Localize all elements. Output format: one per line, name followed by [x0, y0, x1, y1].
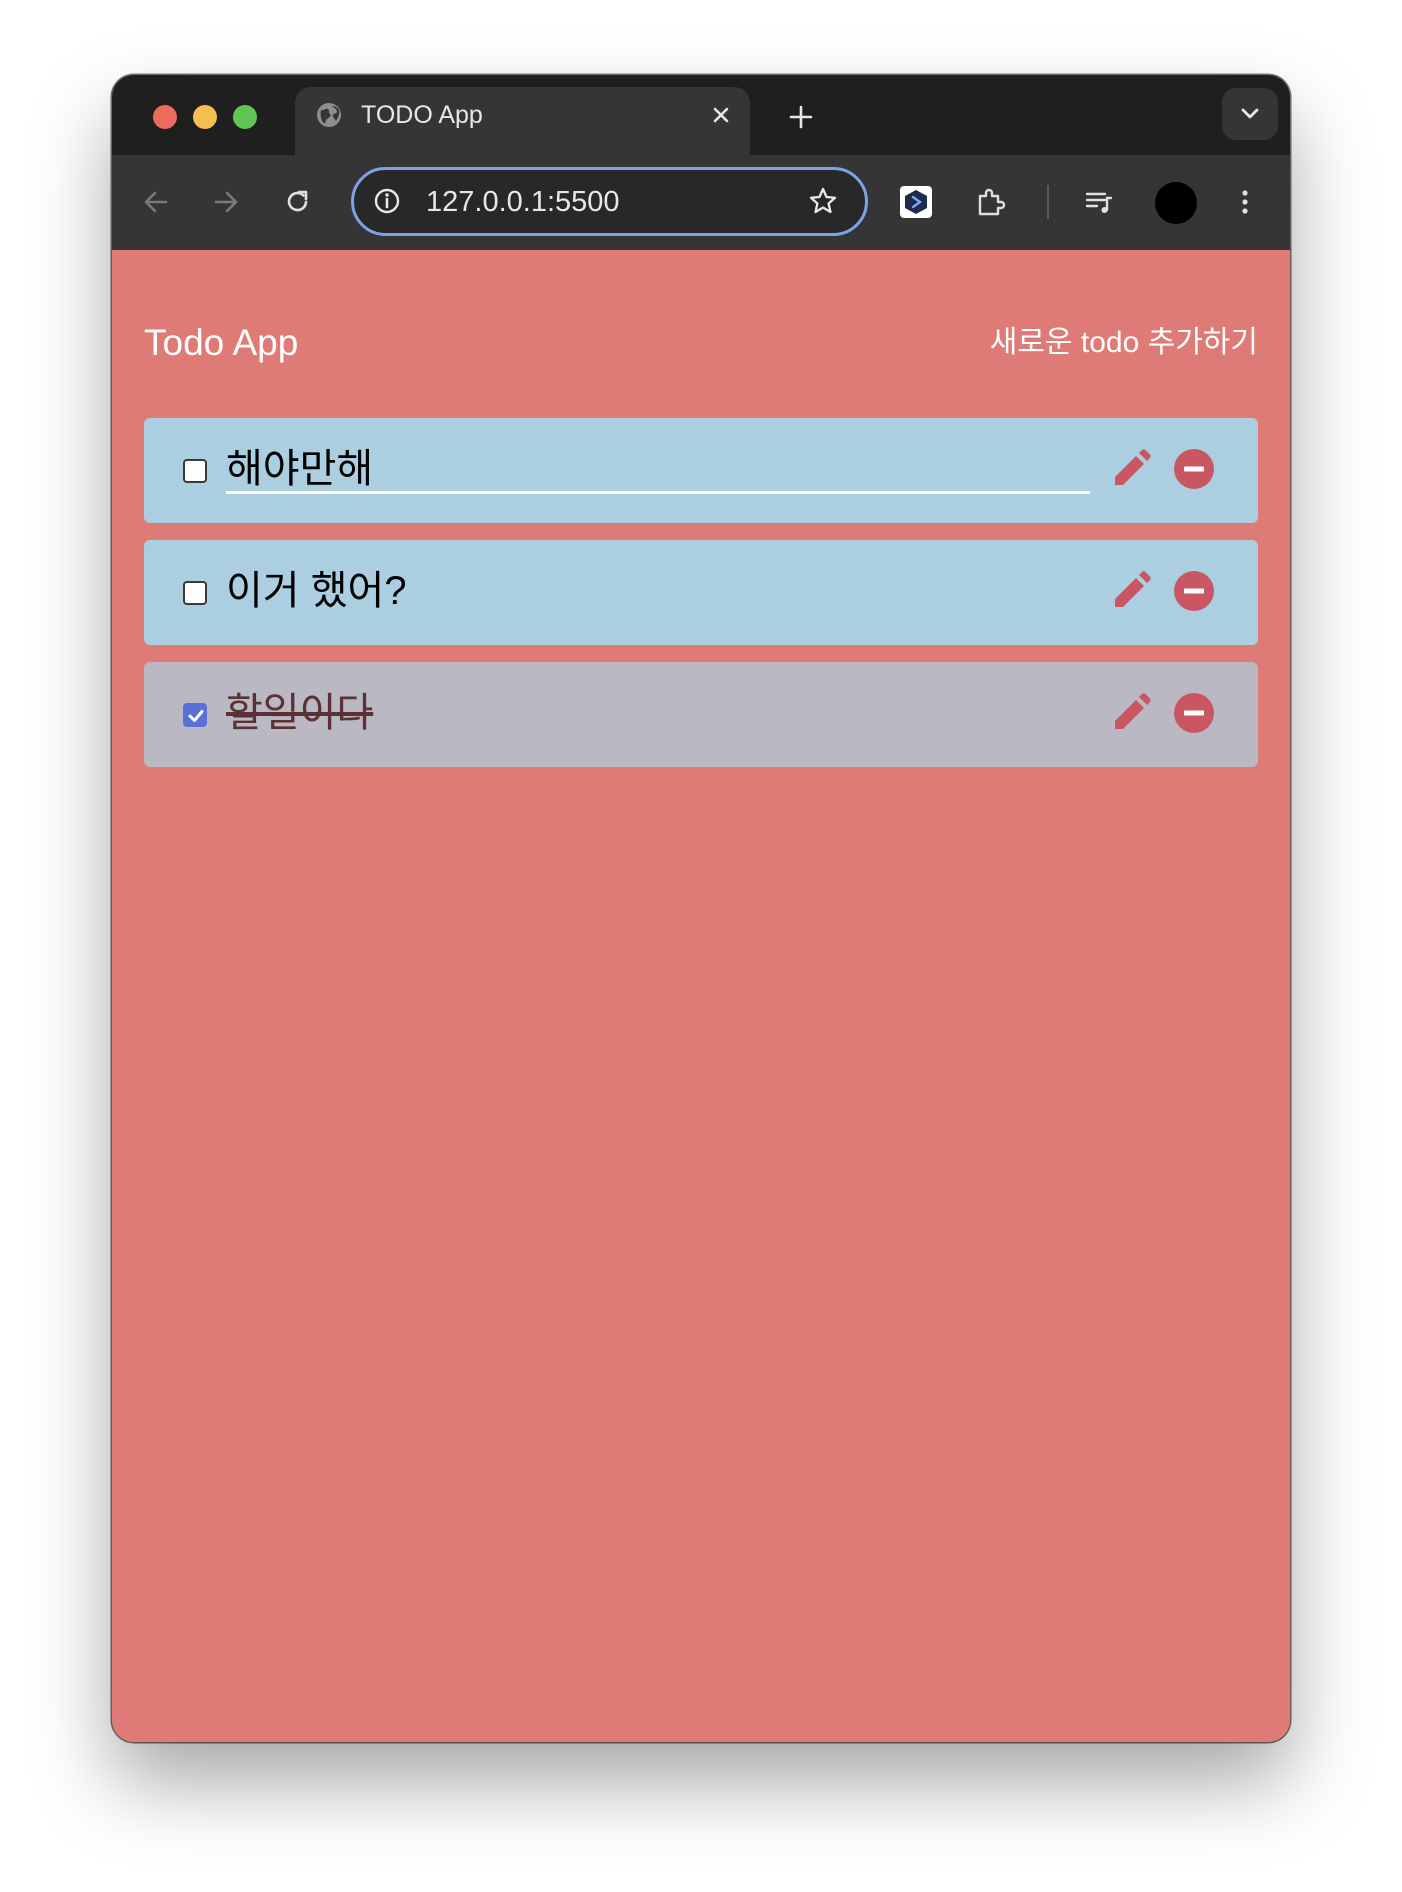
pencil-icon[interactable] — [1109, 569, 1153, 613]
tab-search-button[interactable] — [1222, 88, 1278, 140]
page-content: Todo App 새로운 todo 추가하기 이거 했어? — [112, 250, 1290, 1742]
todo-item: 할일이다 — [144, 662, 1258, 767]
tab-todo-app[interactable]: TODO App — [295, 87, 750, 155]
todo-checkbox[interactable] — [183, 581, 207, 605]
profile-avatar[interactable] — [1155, 182, 1197, 224]
browser-window: TODO App 127.0.0.1:5500 Todo App 새로운 tod… — [112, 75, 1290, 1742]
new-tab-icon[interactable] — [785, 101, 817, 133]
extension-app-icon[interactable] — [896, 182, 936, 222]
pencil-icon[interactable] — [1109, 447, 1153, 491]
chevron-down-icon — [1241, 108, 1259, 119]
extensions-puzzle-icon[interactable] — [972, 184, 1008, 220]
minus-circle-icon[interactable] — [1172, 569, 1216, 613]
minus-circle-icon[interactable] — [1172, 447, 1216, 491]
todo-text: 할일이다 — [226, 691, 374, 735]
todo-item — [144, 418, 1258, 523]
pencil-icon[interactable] — [1109, 691, 1153, 735]
globe-icon — [317, 103, 341, 127]
checkmark-icon — [188, 710, 204, 722]
app-title: Todo App — [144, 322, 299, 363]
tab-title: TODO App — [361, 101, 483, 129]
info-icon[interactable] — [372, 186, 402, 216]
todo-checkbox[interactable] — [183, 703, 207, 727]
url-text[interactable]: 127.0.0.1:5500 — [426, 186, 620, 218]
browser-toolbar: 127.0.0.1:5500 — [112, 155, 1290, 250]
tab-strip: TODO App — [112, 75, 1290, 155]
address-bar[interactable]: 127.0.0.1:5500 — [351, 167, 868, 236]
todo-text: 이거 했어? — [226, 569, 407, 613]
minus-circle-icon[interactable] — [1172, 691, 1216, 735]
maximize-window-button[interactable] — [233, 105, 257, 129]
media-control-icon[interactable] — [1081, 184, 1117, 220]
toolbar-separator — [1047, 185, 1049, 219]
todo-edit-input[interactable] — [226, 438, 1090, 494]
more-menu-icon[interactable] — [1227, 184, 1263, 220]
close-window-button[interactable] — [153, 105, 177, 129]
back-arrow-icon[interactable] — [138, 184, 174, 220]
forward-arrow-icon[interactable] — [208, 184, 244, 220]
todo-list: 이거 했어? 할일이다 — [144, 418, 1258, 784]
todo-checkbox[interactable] — [183, 459, 207, 483]
todo-item: 이거 했어? — [144, 540, 1258, 645]
reload-icon[interactable] — [280, 184, 316, 220]
minimize-window-button[interactable] — [193, 105, 217, 129]
close-icon[interactable] — [707, 101, 735, 129]
add-todo-link[interactable]: 새로운 todo 추가하기 — [990, 325, 1258, 361]
bookmark-star-icon[interactable] — [807, 185, 839, 217]
